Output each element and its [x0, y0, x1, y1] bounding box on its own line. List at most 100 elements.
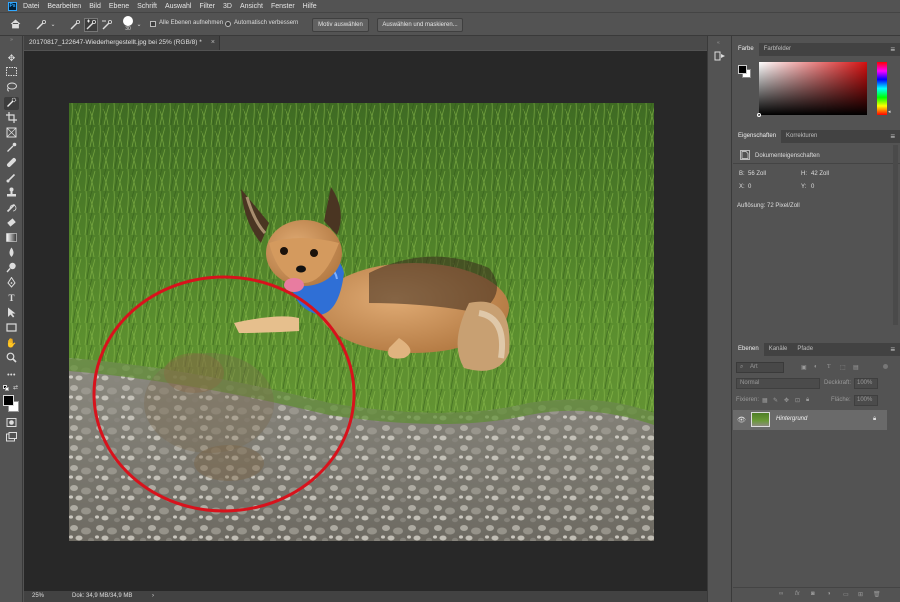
- fill-field[interactable]: 100%: [854, 395, 878, 406]
- tab-swatches[interactable]: Farbfelder: [759, 43, 796, 56]
- zoom-level[interactable]: 25%: [32, 591, 44, 602]
- new-group-icon[interactable]: ▭: [843, 591, 849, 598]
- x-value[interactable]: 0: [748, 184, 751, 190]
- delete-layer-icon[interactable]: 🗑︎: [873, 591, 881, 598]
- menu-3d[interactable]: 3D: [223, 3, 232, 10]
- tab-adjustments[interactable]: Korrekturen: [781, 130, 822, 143]
- y-value[interactable]: 0: [811, 184, 814, 190]
- default-colors-icon[interactable]: [3, 385, 10, 392]
- hand-tool-icon[interactable]: ✋: [4, 337, 19, 350]
- history-panel-icon[interactable]: [714, 50, 727, 63]
- blur-tool-icon[interactable]: [4, 247, 19, 260]
- panel-foreground-swatch[interactable]: [738, 65, 747, 74]
- history-brush-tool-icon[interactable]: [4, 202, 19, 215]
- brush-tool-icon[interactable]: [4, 172, 19, 185]
- eraser-tool-icon[interactable]: [4, 217, 19, 230]
- tab-color[interactable]: Farbe: [733, 43, 759, 56]
- link-layers-icon[interactable]: ∞: [779, 591, 783, 597]
- frame-tool-icon[interactable]: [4, 127, 19, 140]
- filter-pixel-icon[interactable]: ▣: [801, 364, 807, 371]
- add-to-selection-icon[interactable]: [84, 18, 98, 32]
- healing-brush-tool-icon[interactable]: [4, 157, 19, 170]
- rectangle-tool-icon[interactable]: [4, 322, 19, 335]
- tab-paths[interactable]: Pfade: [792, 343, 818, 356]
- menu-edit[interactable]: Bearbeiten: [47, 3, 81, 10]
- hue-slider[interactable]: [877, 62, 887, 115]
- menu-help[interactable]: Hilfe: [303, 3, 317, 10]
- lock-position-icon[interactable]: ✥: [784, 397, 789, 404]
- filter-smart-object-icon[interactable]: ▤: [853, 364, 859, 371]
- layer-row[interactable]: 👁︎ Hintergrund 🔒︎: [733, 410, 887, 430]
- layer-filter-kind[interactable]: ⌕ Art: [736, 362, 784, 373]
- close-tab-icon[interactable]: ×: [211, 36, 215, 50]
- width-value[interactable]: 56 Zoll: [748, 171, 766, 177]
- menu-select[interactable]: Auswahl: [165, 3, 191, 10]
- foreground-color-swatch[interactable]: [3, 395, 14, 406]
- brush-chevron-down-icon[interactable]: ⌄: [135, 18, 143, 32]
- tab-layers[interactable]: Ebenen: [733, 343, 764, 356]
- filter-shape-icon[interactable]: ⬚: [840, 364, 846, 371]
- color-field[interactable]: [757, 62, 867, 117]
- lock-artboard-icon[interactable]: ⊡: [795, 397, 800, 404]
- layers-menu-icon[interactable]: ≡: [890, 343, 895, 356]
- adjustment-layer-icon[interactable]: ◑: [827, 591, 831, 597]
- more-tools-icon[interactable]: •••: [4, 369, 19, 382]
- status-menu-arrow-icon[interactable]: ›: [152, 591, 154, 602]
- lock-all-icon[interactable]: 🔒︎: [806, 397, 809, 404]
- quick-mask-icon[interactable]: [4, 417, 19, 430]
- swap-colors-icon[interactable]: ⇄: [13, 384, 18, 391]
- filter-type-icon[interactable]: T: [827, 364, 831, 370]
- properties-scrollbar[interactable]: [893, 145, 898, 325]
- menu-layer[interactable]: Ebene: [109, 3, 129, 10]
- layer-style-icon[interactable]: fx: [795, 591, 800, 597]
- menu-image[interactable]: Bild: [89, 3, 101, 10]
- lock-transparent-icon[interactable]: ▦: [762, 397, 768, 404]
- quick-select-tool-preset-icon[interactable]: [34, 18, 48, 32]
- sample-all-layers-checkbox[interactable]: [150, 21, 156, 27]
- lasso-tool-icon[interactable]: [4, 82, 19, 95]
- panel-menu-icon[interactable]: ≡: [890, 43, 895, 56]
- new-layer-icon[interactable]: ⊞: [858, 591, 863, 598]
- add-mask-icon[interactable]: ◙: [811, 591, 815, 597]
- properties-menu-icon[interactable]: ≡: [890, 130, 895, 143]
- hue-slider-handle-icon[interactable]: ◂: [888, 109, 891, 115]
- document-tab[interactable]: 20170817_122647-Wiederhergestellt.jpg be…: [24, 36, 220, 50]
- opacity-field[interactable]: 100%: [854, 378, 878, 389]
- brush-size-picker[interactable]: 30: [122, 16, 134, 32]
- menu-file[interactable]: Datei: [23, 3, 39, 10]
- crop-tool-icon[interactable]: [4, 112, 19, 125]
- gradient-tool-icon[interactable]: [4, 232, 19, 245]
- move-tool-icon[interactable]: ✥: [4, 52, 19, 65]
- dodge-tool-icon[interactable]: [4, 262, 19, 275]
- filter-toggle-icon[interactable]: [883, 364, 888, 369]
- auto-enhance-checkbox[interactable]: [225, 21, 231, 27]
- type-tool-icon[interactable]: T: [4, 292, 19, 305]
- path-selection-tool-icon[interactable]: [4, 307, 19, 320]
- visibility-eye-icon[interactable]: 👁︎: [737, 416, 746, 424]
- new-selection-icon[interactable]: [68, 18, 82, 32]
- height-value[interactable]: 42 Zoll: [811, 171, 829, 177]
- eyedropper-tool-icon[interactable]: [4, 142, 19, 155]
- chevron-down-icon[interactable]: ⌄: [49, 18, 57, 32]
- blend-mode-select[interactable]: Normal: [736, 378, 820, 389]
- screen-mode-icon[interactable]: [4, 432, 19, 445]
- toolbar-collapse-icon[interactable]: »: [4, 38, 19, 43]
- document-canvas-image[interactable]: [69, 103, 654, 541]
- filter-adjustment-icon[interactable]: ◐: [814, 364, 818, 370]
- layer-name[interactable]: Hintergrund: [776, 416, 807, 422]
- tab-properties[interactable]: Eigenschaften: [733, 130, 782, 143]
- menu-window[interactable]: Fenster: [271, 3, 295, 10]
- quick-selection-tool-icon[interactable]: [4, 97, 19, 110]
- strip-collapse-icon[interactable]: «: [717, 40, 720, 46]
- clone-stamp-tool-icon[interactable]: [4, 187, 19, 200]
- select-subject-button[interactable]: Motiv auswählen: [312, 18, 369, 32]
- zoom-tool-icon[interactable]: [4, 352, 19, 365]
- home-icon[interactable]: [8, 18, 22, 32]
- menu-filter[interactable]: Filter: [199, 3, 215, 10]
- subtract-from-selection-icon[interactable]: [100, 18, 114, 32]
- menu-type[interactable]: Schrift: [137, 3, 157, 10]
- pen-tool-icon[interactable]: [4, 276, 19, 290]
- tab-channels[interactable]: Kanäle: [764, 343, 793, 356]
- menu-view[interactable]: Ansicht: [240, 3, 263, 10]
- marquee-tool-icon[interactable]: [4, 67, 19, 80]
